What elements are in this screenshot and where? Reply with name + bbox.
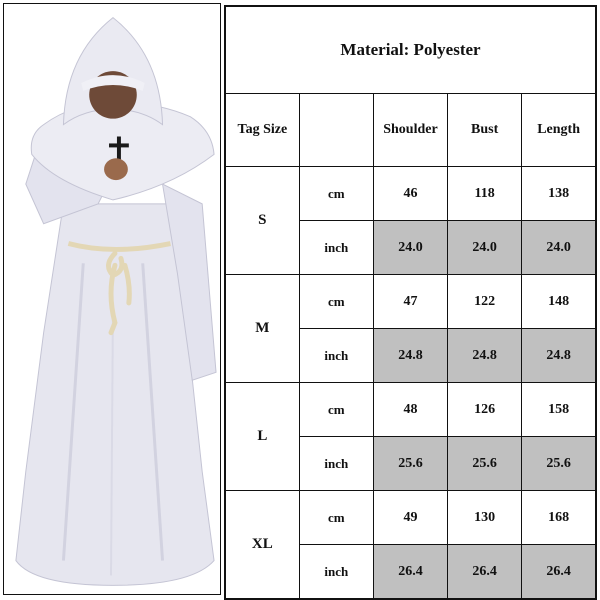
shoulder-value: 24.8 xyxy=(372,328,449,383)
size-label: S xyxy=(224,166,300,275)
unit-label: inch xyxy=(298,220,374,275)
bust-value: 130 xyxy=(447,490,523,545)
unit-label: cm xyxy=(298,490,374,545)
shoulder-value: 25.6 xyxy=(372,436,449,491)
length-value: 138 xyxy=(521,166,597,221)
length-value: 148 xyxy=(521,274,597,329)
unit-label: cm xyxy=(298,382,374,437)
unit-label: cm xyxy=(298,274,374,329)
bust-value: 26.4 xyxy=(447,544,523,600)
cross-bar xyxy=(109,143,129,148)
shoulder-value: 49 xyxy=(372,490,449,545)
unit-label: inch xyxy=(298,544,374,600)
bust-value: 24.0 xyxy=(447,220,523,275)
size-chart-table: Material: Polyester Tag Size Shoulder Bu… xyxy=(224,5,597,600)
length-value: 26.4 xyxy=(521,544,597,600)
table-row: L cm 48 126 158 xyxy=(224,382,597,491)
length-value: 25.6 xyxy=(521,436,597,491)
length-value: 24.8 xyxy=(521,328,597,383)
product-photo xyxy=(3,3,221,595)
bust-value: 122 xyxy=(447,274,523,329)
bust-value: 118 xyxy=(447,166,523,221)
unit-label: inch xyxy=(298,328,374,383)
table-title: Material: Polyester xyxy=(224,5,597,94)
unit-label: inch xyxy=(298,436,374,491)
shoulder-value: 48 xyxy=(372,382,449,437)
table-header-row: Tag Size Shoulder Bust Length xyxy=(224,93,597,167)
bust-value: 24.8 xyxy=(447,328,523,383)
shoulder-value: 47 xyxy=(372,274,449,329)
monk-robe-illustration xyxy=(15,16,217,586)
header-tag-size: Tag Size xyxy=(224,93,300,167)
size-label: L xyxy=(224,382,300,491)
table-row: M cm 47 122 148 xyxy=(224,274,597,383)
shoulder-value: 26.4 xyxy=(372,544,449,600)
hand xyxy=(104,158,128,181)
length-value: 158 xyxy=(521,382,597,437)
bust-value: 126 xyxy=(447,382,523,437)
bust-value: 25.6 xyxy=(447,436,523,491)
table-title-row: Material: Polyester xyxy=(224,5,597,94)
header-unit xyxy=(298,93,374,167)
header-shoulder: Shoulder xyxy=(372,93,449,167)
table-row: S cm 46 118 138 xyxy=(224,166,597,275)
shoulder-value: 24.0 xyxy=(372,220,449,275)
shoulder-value: 46 xyxy=(372,166,449,221)
header-bust: Bust xyxy=(447,93,523,167)
table-row: XL cm 49 130 168 xyxy=(224,490,597,600)
length-value: 168 xyxy=(521,490,597,545)
size-label: M xyxy=(224,274,300,383)
length-value: 24.0 xyxy=(521,220,597,275)
unit-label: cm xyxy=(298,166,374,221)
size-label: XL xyxy=(224,490,300,600)
header-length: Length xyxy=(521,93,597,167)
